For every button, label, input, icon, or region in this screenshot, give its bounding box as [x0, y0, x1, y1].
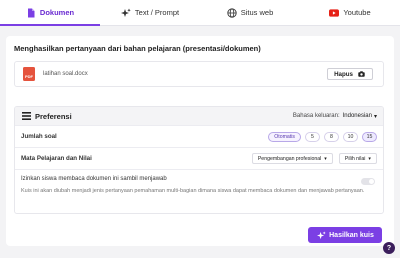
tab-youtube[interactable]: Youtube	[300, 0, 400, 25]
list-icon	[21, 111, 31, 121]
preferences-header: Preferensi Bahasa keluaran: Indonesian ▾	[15, 107, 383, 125]
tab-label: Dokumen	[39, 8, 75, 17]
output-language-label: Bahasa keluaran:	[292, 113, 340, 119]
camera-icon	[356, 69, 366, 79]
caret-down-icon: ▾	[368, 155, 371, 162]
uploaded-file: PDF latihan soal.docx Hapus	[14, 61, 384, 87]
read-while-answering-option: Izinkan siswa membaca dokumen ini sambil…	[15, 169, 383, 213]
question-count-label: Jumlah soal	[21, 133, 57, 140]
pdf-file-icon: PDF	[23, 67, 35, 81]
grade-select[interactable]: Pilih nilai ▾	[338, 153, 377, 164]
preferences-title: Preferensi	[35, 111, 72, 121]
caret-down-icon: ▾	[324, 155, 327, 162]
document-panel: Menghasilkan pertanyaan dari bahan pelaj…	[6, 36, 394, 246]
count-option-5[interactable]: 5	[305, 131, 320, 142]
subject-select[interactable]: Pengembangan profesional ▾	[251, 153, 333, 164]
read-while-answering-title: Izinkan siswa membaca dokumen ini sambil…	[21, 176, 167, 182]
preferences-panel: Preferensi Bahasa keluaran: Indonesian ▾…	[14, 106, 384, 214]
count-option-auto[interactable]: Otomatis	[268, 131, 301, 142]
subject-grade-row: Mata Pelajaran dan Nilai Pengembangan pr…	[15, 147, 383, 169]
help-button[interactable]: ?	[383, 242, 395, 254]
output-language-select[interactable]: Indonesian ▾	[343, 113, 377, 120]
tab-label: Situs web	[240, 8, 274, 17]
delete-file-button[interactable]: Hapus	[327, 68, 373, 80]
question-count-row: Jumlah soal Otomatis 5 8 10 15	[15, 125, 383, 147]
read-while-answering-description: Kuis ini akan diubah menjadi jenis perta…	[21, 188, 365, 194]
globe-icon	[227, 7, 237, 18]
tab-dokumen[interactable]: Dokumen	[0, 0, 100, 26]
caret-down-icon: ▾	[373, 113, 377, 120]
read-while-answering-toggle[interactable]	[361, 178, 375, 185]
youtube-icon	[329, 8, 340, 18]
sparkle-icon	[316, 230, 326, 240]
count-option-8[interactable]: 8	[324, 131, 339, 142]
page-title: Menghasilkan pertanyaan dari bahan pelaj…	[14, 44, 261, 53]
tab-label: Youtube	[343, 8, 371, 17]
source-tabs: Dokumen Text / Prompt Situs web Youtube	[0, 0, 400, 26]
subject-grade-label: Mata Pelajaran dan Nilai	[21, 155, 92, 162]
tab-situs-web[interactable]: Situs web	[200, 0, 300, 25]
count-option-15[interactable]: 15	[362, 131, 377, 142]
sparkle-icon	[120, 8, 131, 18]
count-option-10[interactable]: 10	[343, 131, 358, 142]
tab-text-prompt[interactable]: Text / Prompt	[100, 0, 200, 25]
document-icon	[26, 8, 36, 18]
generate-quiz-button[interactable]: Hasilkan kuis	[308, 227, 382, 243]
file-name: latihan soal.docx	[43, 71, 88, 77]
tab-label: Text / Prompt	[134, 8, 180, 17]
